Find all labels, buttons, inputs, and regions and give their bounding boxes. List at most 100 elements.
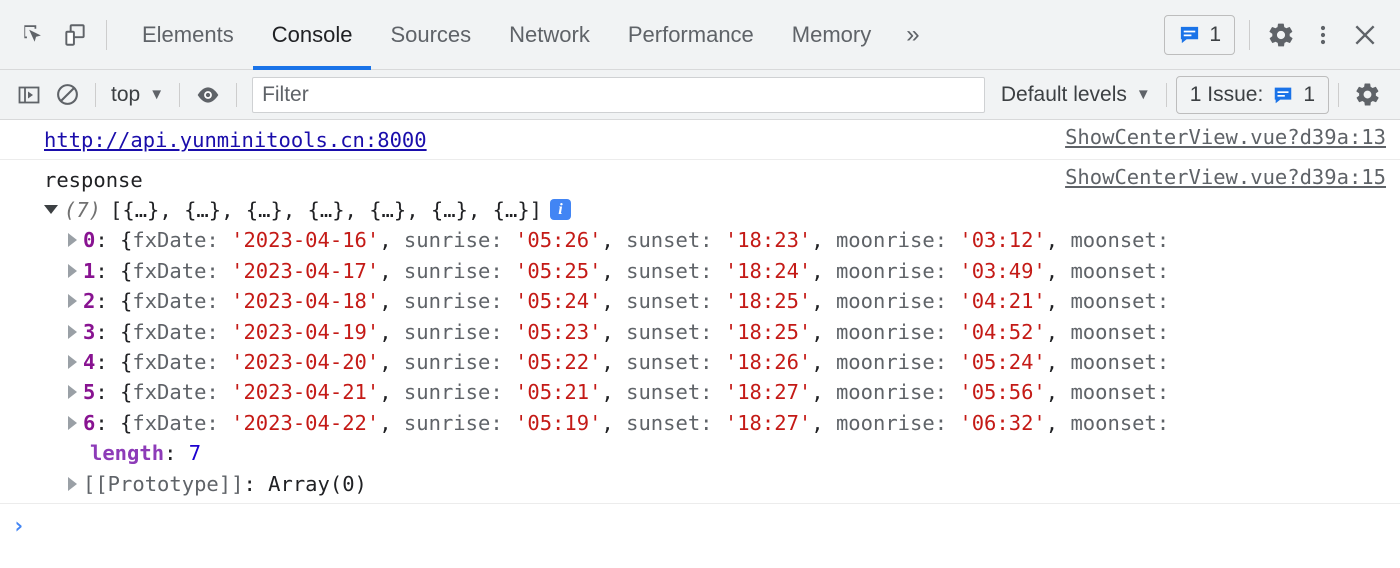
prop-moonrise-value: '06:32' <box>959 410 1046 435</box>
prop-sunset-key: sunset: <box>626 380 725 405</box>
execution-context-value: top <box>111 82 141 106</box>
prop-fxdate-value: '2023-04-19' <box>231 319 380 344</box>
tab-performance[interactable]: Performance <box>609 0 773 70</box>
clear-console-icon[interactable] <box>48 76 86 114</box>
close-icon[interactable] <box>1344 14 1386 56</box>
prop-sunrise-value: '05:23' <box>515 319 602 344</box>
prop-moonrise-key: moonrise: <box>835 289 960 314</box>
prop-fxdate-key: fxDate: <box>132 350 232 375</box>
prop-fxdate-key: fxDate: <box>132 289 232 314</box>
prop-sunrise-value: '05:22' <box>515 350 602 375</box>
disclosure-triangle-icon[interactable] <box>68 476 77 491</box>
disclosure-triangle-icon[interactable] <box>68 355 77 370</box>
prop-sunrise-value: '05:25' <box>515 258 602 283</box>
console-sidebar-icon[interactable] <box>10 76 48 114</box>
prop-sunrise-key: sunrise: <box>403 410 516 435</box>
tab-performance-label: Performance <box>627 21 754 47</box>
more-tabs-button[interactable]: » <box>890 0 935 70</box>
prop-sunrise-value: '05:26' <box>515 228 602 253</box>
console-prompt[interactable]: › <box>0 504 1400 549</box>
array-item-row[interactable]: 0: {fxDate: '2023-04-16', sunrise: '05:2… <box>0 225 1400 255</box>
array-item-row[interactable]: 6: {fxDate: '2023-04-22', sunrise: '05:1… <box>0 408 1400 438</box>
prop-fxdate-value: '2023-04-21' <box>231 380 380 405</box>
prop-moonrise-key: moonrise: <box>835 410 960 435</box>
length-value: 7 <box>188 441 202 466</box>
issues-button[interactable]: 1 Issue: 1 <box>1175 75 1329 114</box>
disclosure-triangle-icon[interactable] <box>68 415 77 430</box>
prop-sunset-key: sunset: <box>626 258 725 283</box>
prop-sunrise-key: sunrise: <box>403 289 516 314</box>
live-expression-eye-icon[interactable] <box>189 76 227 114</box>
execution-context-selector[interactable]: top ▼ <box>105 83 170 107</box>
prop-sunset-value: '18:26' <box>724 350 812 375</box>
prop-sunrise-value: '05:24' <box>515 289 602 314</box>
array-item-row[interactable]: 5: {fxDate: '2023-04-21', sunrise: '05:2… <box>0 377 1400 407</box>
disclosure-triangle-icon[interactable] <box>68 263 77 278</box>
prop-fxdate-value: '2023-04-22' <box>231 410 380 435</box>
message-count-badge[interactable]: 1 <box>1164 14 1235 55</box>
issues-count: 1 <box>1303 82 1315 106</box>
prop-moonset-key: moonset: <box>1070 410 1170 435</box>
prop-moonrise-value: '05:56' <box>959 380 1046 405</box>
console-url-link[interactable]: http://api.yunminitools.cn:8000 <box>44 125 427 155</box>
tab-network[interactable]: Network <box>490 0 609 70</box>
console-message-url[interactable]: http://api.yunminitools.cn:8000 ShowCent… <box>0 120 1400 160</box>
prop-moonrise-value: '04:52' <box>959 319 1046 344</box>
prop-moonrise-key: moonrise: <box>835 258 960 283</box>
prop-sunset-value: '18:24' <box>724 258 812 283</box>
filter-placeholder: Filter <box>262 82 309 106</box>
array-item-index: 0 <box>83 228 96 253</box>
filter-divider-2 <box>179 82 181 107</box>
prop-moonrise-key: moonrise: <box>835 319 960 344</box>
inspect-element-icon[interactable] <box>12 14 54 56</box>
gear-icon[interactable] <box>1260 14 1302 56</box>
prop-sunrise-value: '05:19' <box>515 410 602 435</box>
chevron-down-icon: ▼ <box>149 86 165 103</box>
array-item-row[interactable]: 2: {fxDate: '2023-04-18', sunrise: '05:2… <box>0 286 1400 316</box>
prop-moonrise-value: '03:12' <box>959 228 1046 253</box>
disclosure-triangle-icon[interactable] <box>68 385 77 400</box>
length-key: length <box>90 441 165 466</box>
prop-fxdate-value: '2023-04-17' <box>231 258 380 283</box>
info-icon[interactable]: i <box>550 198 572 220</box>
devtools-tab-bar: Elements Console Sources Network Perform… <box>0 0 1400 70</box>
prop-sunset-key: sunset: <box>626 289 725 314</box>
filter-divider-1 <box>95 82 96 107</box>
disclosure-triangle-icon[interactable] <box>68 324 77 339</box>
log-levels-selector[interactable]: Default levels ▼ <box>995 83 1157 107</box>
prop-sunset-key: sunset: <box>626 350 725 375</box>
filter-input[interactable]: Filter <box>252 76 985 113</box>
disclosure-triangle-icon[interactable] <box>68 233 77 248</box>
array-prototype-row[interactable]: [[Prototype]]: Array(0) <box>0 469 1400 499</box>
prop-sunset-value: '18:25' <box>724 289 812 314</box>
source-link[interactable]: ShowCenterView.vue?d39a:15 <box>1065 165 1386 189</box>
source-link[interactable]: ShowCenterView.vue?d39a:13 <box>1065 125 1386 149</box>
prop-moonset-key: moonset: <box>1070 319 1170 344</box>
console-message-response[interactable]: response ShowCenterView.vue?d39a:15 (7) [… <box>0 160 1400 505</box>
gear-icon[interactable] <box>1348 76 1386 114</box>
array-item-row[interactable]: 1: {fxDate: '2023-04-17', sunrise: '05:2… <box>0 256 1400 286</box>
array-item-row[interactable]: 3: {fxDate: '2023-04-19', sunrise: '05:2… <box>0 317 1400 347</box>
array-item-row[interactable]: 4: {fxDate: '2023-04-20', sunrise: '05:2… <box>0 347 1400 377</box>
tab-sources[interactable]: Sources <box>371 0 490 70</box>
prop-sunset-value: '18:23' <box>724 228 812 253</box>
log-levels-value: Default levels <box>1000 82 1127 106</box>
three-dot-menu-icon[interactable] <box>1302 14 1344 56</box>
tab-elements[interactable]: Elements <box>123 0 253 70</box>
array-summary-row[interactable]: (7) [{…}, {…}, {…}, {…}, {…}, {…}, {…}] i <box>0 195 1400 225</box>
device-toolbar-icon[interactable] <box>54 14 96 56</box>
toolbar-divider-2 <box>1249 19 1250 50</box>
disclosure-triangle-icon[interactable] <box>68 294 77 309</box>
tab-memory[interactable]: Memory <box>773 0 890 70</box>
prop-moonset-key: moonset: <box>1070 350 1170 375</box>
filter-divider-5 <box>1338 82 1339 107</box>
array-items-container: 0: {fxDate: '2023-04-16', sunrise: '05:2… <box>0 225 1400 438</box>
disclosure-triangle-open-icon[interactable] <box>44 204 58 214</box>
tab-console[interactable]: Console <box>252 0 372 70</box>
prop-sunset-value: '18:27' <box>724 380 812 405</box>
console-message-list: http://api.yunminitools.cn:8000 ShowCent… <box>0 120 1400 549</box>
array-preview: [{…}, {…}, {…}, {…}, {…}, {…}, {…}] <box>110 198 543 222</box>
array-length-label: (7) <box>64 198 102 222</box>
prop-sunrise-value: '05:21' <box>515 380 602 405</box>
prop-moonset-key: moonset: <box>1070 380 1170 405</box>
